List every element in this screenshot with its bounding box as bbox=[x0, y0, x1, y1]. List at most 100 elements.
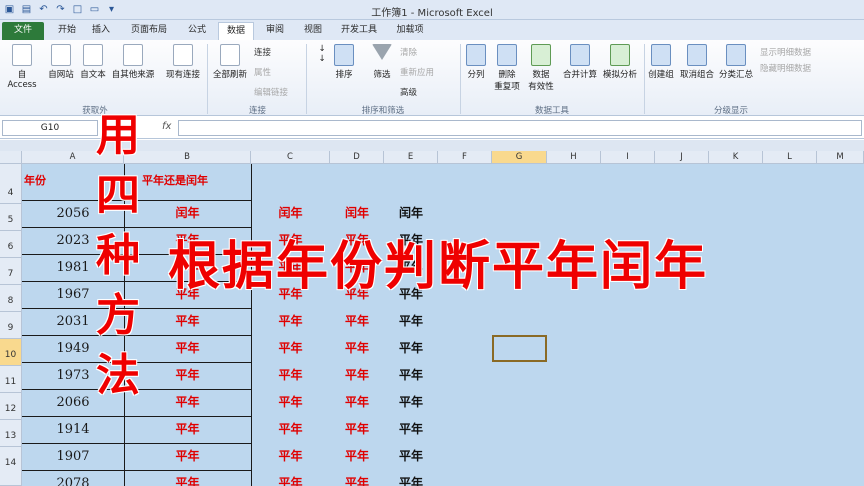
tab-page-layout[interactable]: 页面布局 bbox=[124, 22, 174, 40]
group-sort-filter: 排序和筛选 bbox=[361, 106, 405, 116]
cell-result-e[interactable]: 平年 bbox=[384, 416, 438, 443]
row-header-10[interactable]: 10 bbox=[0, 339, 22, 366]
col-header-e[interactable]: E bbox=[384, 151, 438, 164]
row-header-12[interactable]: 12 bbox=[0, 393, 22, 420]
tab-data[interactable]: 数据 bbox=[218, 22, 254, 40]
col-header-l[interactable]: L bbox=[763, 151, 817, 164]
tab-developer[interactable]: 开发工具 bbox=[334, 22, 384, 40]
what-if-analysis-button[interactable]: 模拟分析 bbox=[600, 44, 640, 80]
existing-connections-button[interactable]: 现有连接 bbox=[163, 44, 203, 80]
cell-result-d[interactable]: 平年 bbox=[330, 389, 384, 416]
cell-result-b[interactable]: 平年 bbox=[124, 443, 251, 470]
from-access-button[interactable]: 自 Access bbox=[2, 44, 42, 90]
separator bbox=[306, 44, 307, 114]
sort-icon bbox=[334, 44, 354, 66]
tab-file[interactable]: 文件 bbox=[2, 22, 44, 40]
separator bbox=[460, 44, 461, 114]
tab-insert[interactable]: 插入 bbox=[86, 22, 116, 40]
row-header-4[interactable]: 4 bbox=[0, 164, 22, 204]
from-other-sources-button[interactable]: 自其他来源 bbox=[110, 44, 156, 80]
row-header-14[interactable]: 14 bbox=[0, 447, 22, 486]
sort-az-icon[interactable]: ↓ ↓ bbox=[312, 44, 332, 64]
reapply-button[interactable]: 重新应用 bbox=[400, 66, 434, 78]
from-web-button[interactable]: 自网站 bbox=[46, 44, 76, 80]
cell-result-d[interactable]: 平年 bbox=[330, 470, 384, 486]
header-year[interactable]: 年份 bbox=[24, 172, 46, 188]
cell-result-c[interactable]: 平年 bbox=[251, 335, 330, 362]
cell-result-e[interactable]: 平年 bbox=[384, 443, 438, 470]
connections-button[interactable]: 连接 bbox=[254, 46, 271, 58]
cell-year[interactable]: 1907 bbox=[22, 443, 124, 470]
cell-result-c[interactable]: 平年 bbox=[251, 389, 330, 416]
col-header-h[interactable]: H bbox=[547, 151, 601, 164]
cell-result-b[interactable]: 平年 bbox=[124, 416, 251, 443]
formula-input[interactable] bbox=[178, 120, 862, 136]
text-to-columns-button[interactable]: 分列 bbox=[464, 44, 488, 80]
cell-result-c[interactable]: 平年 bbox=[251, 443, 330, 470]
cell-result-e[interactable]: 平年 bbox=[384, 335, 438, 362]
cell-result-d[interactable]: 平年 bbox=[330, 416, 384, 443]
subtotal-button[interactable]: 分类汇总 bbox=[717, 44, 755, 80]
tab-formulas[interactable]: 公式 bbox=[180, 22, 214, 40]
show-detail-button[interactable]: 显示明细数据 bbox=[760, 46, 811, 58]
col-header-i[interactable]: I bbox=[601, 151, 655, 164]
sort-button[interactable]: 排序 bbox=[332, 44, 356, 80]
overlay-char: 用 bbox=[96, 110, 140, 161]
group-button[interactable]: 创建组 bbox=[646, 44, 676, 80]
filter-button[interactable]: 筛选 bbox=[370, 44, 394, 80]
row-header-8[interactable]: 8 bbox=[0, 285, 22, 312]
cell-result-d[interactable]: 平年 bbox=[330, 362, 384, 389]
tab-home[interactable]: 开始 bbox=[50, 22, 84, 40]
ribbon-tabs: 文件 开始 插入 页面布局 公式 数据 审阅 视图 开发工具 加载项 bbox=[0, 20, 864, 40]
cell-result-d[interactable]: 平年 bbox=[330, 443, 384, 470]
name-box[interactable]: G10 bbox=[2, 120, 98, 136]
cell-result-b[interactable]: 平年 bbox=[124, 470, 251, 486]
consolidate-button[interactable]: 合并计算 bbox=[560, 44, 600, 80]
row-header-11[interactable]: 11 bbox=[0, 366, 22, 393]
col-header-k[interactable]: K bbox=[709, 151, 763, 164]
edit-links-button[interactable]: 编辑链接 bbox=[254, 86, 288, 98]
cell-result-e[interactable]: 平年 bbox=[384, 308, 438, 335]
cell-result-e[interactable]: 平年 bbox=[384, 389, 438, 416]
cell-result-c[interactable]: 平年 bbox=[251, 470, 330, 486]
row-header-5[interactable]: 5 bbox=[0, 204, 22, 231]
col-header-d[interactable]: D bbox=[330, 151, 384, 164]
fx-icon[interactable]: fx bbox=[162, 121, 171, 132]
select-all-corner[interactable] bbox=[0, 151, 22, 164]
cell-result-e[interactable]: 平年 bbox=[384, 362, 438, 389]
properties-button[interactable]: 属性 bbox=[254, 66, 271, 78]
cell-result-e[interactable]: 闰年 bbox=[384, 200, 438, 227]
row-header-9[interactable]: 9 bbox=[0, 312, 22, 339]
tab-review[interactable]: 审阅 bbox=[258, 22, 292, 40]
cell-result-c[interactable]: 平年 bbox=[251, 308, 330, 335]
col-header-f[interactable]: F bbox=[438, 151, 492, 164]
row-header-6[interactable]: 6 bbox=[0, 231, 22, 258]
row-header-13[interactable]: 13 bbox=[0, 420, 22, 447]
remove-duplicates-button[interactable]: 删除 重复项 bbox=[492, 44, 522, 92]
cell-result-c[interactable]: 平年 bbox=[251, 362, 330, 389]
from-text-button[interactable]: 自文本 bbox=[78, 44, 108, 80]
active-cell-g10[interactable] bbox=[492, 335, 547, 362]
cell-result-c[interactable]: 闰年 bbox=[251, 200, 330, 227]
tab-addins[interactable]: 加载项 bbox=[390, 22, 430, 40]
advanced-button[interactable]: 高级 bbox=[400, 86, 417, 98]
cell-result-c[interactable]: 平年 bbox=[251, 416, 330, 443]
tab-view[interactable]: 视图 bbox=[296, 22, 330, 40]
clear-button[interactable]: 清除 bbox=[400, 46, 417, 58]
refresh-all-button[interactable]: 全部刷新 bbox=[210, 44, 250, 80]
cell-result-e[interactable]: 平年 bbox=[384, 470, 438, 486]
row-header-7[interactable]: 7 bbox=[0, 258, 22, 285]
col-header-g[interactable]: G bbox=[492, 151, 547, 164]
col-header-m[interactable]: M bbox=[817, 151, 864, 164]
hide-detail-button[interactable]: 隐藏明细数据 bbox=[760, 62, 811, 74]
cell-year[interactable]: 2078 bbox=[22, 470, 124, 486]
cell-result-d[interactable]: 闰年 bbox=[330, 200, 384, 227]
data-validation-button[interactable]: 数据 有效性 bbox=[525, 44, 557, 92]
col-header-j[interactable]: J bbox=[655, 151, 709, 164]
cell-result-d[interactable]: 平年 bbox=[330, 308, 384, 335]
cell-year[interactable]: 1914 bbox=[22, 416, 124, 443]
ungroup-button[interactable]: 取消组合 bbox=[678, 44, 716, 80]
col-header-c[interactable]: C bbox=[251, 151, 330, 164]
cell-result-d[interactable]: 平年 bbox=[330, 335, 384, 362]
header-leap-or-common[interactable]: 平年还是闰年 bbox=[142, 172, 208, 188]
